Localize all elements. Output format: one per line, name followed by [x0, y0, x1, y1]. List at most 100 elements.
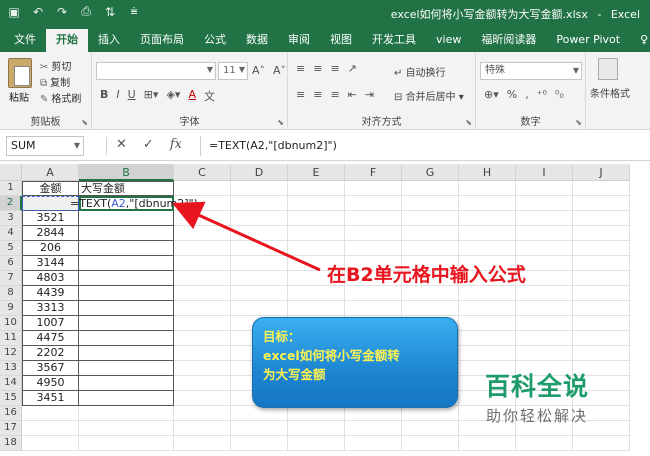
decrease-decimal-icon[interactable]: ⁰₀ [555, 88, 564, 101]
cell-i1[interactable] [516, 181, 573, 196]
cell-b1[interactable]: 大写金额 [79, 181, 174, 196]
cell-j3[interactable] [573, 211, 630, 226]
cell-b9[interactable] [79, 301, 174, 316]
align-top-icon[interactable]: ≡ [296, 62, 305, 75]
row-header-9[interactable]: 9 [0, 301, 22, 316]
cell-h4[interactable] [459, 226, 516, 241]
cell-a14[interactable]: 4950 [22, 376, 79, 391]
cell-a1[interactable]: 金额 [22, 181, 79, 196]
currency-icon[interactable]: ⊕▾ [484, 88, 499, 101]
tab-view-addin[interactable]: view [426, 29, 471, 52]
cell-a7[interactable]: 4803 [22, 271, 79, 286]
cell-h9[interactable] [459, 301, 516, 316]
italic-button[interactable]: I [116, 88, 119, 104]
cell-a12[interactable]: 2202 [22, 346, 79, 361]
cell-h18[interactable] [459, 436, 516, 451]
cell-a5[interactable]: 206 [22, 241, 79, 256]
column-header-c[interactable]: C [174, 164, 231, 181]
cell-d9[interactable] [231, 301, 288, 316]
row-header-15[interactable]: 15 [0, 391, 22, 406]
row-header-11[interactable]: 11 [0, 331, 22, 346]
cell-b6[interactable] [79, 256, 174, 271]
cell-j12[interactable] [573, 346, 630, 361]
row-header-13[interactable]: 13 [0, 361, 22, 376]
cell-e9[interactable] [288, 301, 345, 316]
cell-c12[interactable] [174, 346, 231, 361]
cell-a10[interactable]: 1007 [22, 316, 79, 331]
orientation-icon[interactable]: ↗ [348, 62, 357, 75]
cell-j10[interactable] [573, 316, 630, 331]
tab-review[interactable]: 审阅 [278, 29, 320, 52]
cell-b3[interactable] [79, 211, 174, 226]
wrap-text-button[interactable]: ↵ 自动换行 [394, 64, 446, 79]
format-painter-button[interactable]: ✎ 格式刷 [40, 90, 81, 105]
column-header-i[interactable]: I [516, 164, 573, 181]
underline-button[interactable]: U [128, 88, 136, 104]
cell-f5[interactable] [345, 241, 402, 256]
redo-icon[interactable]: ↷ [54, 5, 70, 19]
cell-i4[interactable] [516, 226, 573, 241]
increase-decimal-icon[interactable]: ⁺⁰ [537, 88, 547, 101]
tab-power-pivot[interactable]: Power Pivot [546, 29, 630, 52]
paste-icon[interactable] [8, 58, 32, 88]
cell-i11[interactable] [516, 331, 573, 346]
cell-j9[interactable] [573, 301, 630, 316]
font-size-box[interactable]: 11 ▼ [218, 62, 248, 80]
cell-a4[interactable]: 2844 [22, 226, 79, 241]
cell-f16[interactable] [345, 406, 402, 421]
cell-e1[interactable] [288, 181, 345, 196]
cell-e5[interactable] [288, 241, 345, 256]
cell-d8[interactable] [231, 286, 288, 301]
cell-g18[interactable] [402, 436, 459, 451]
cell-d3[interactable] [231, 211, 288, 226]
cell-c18[interactable] [174, 436, 231, 451]
cell-a3[interactable]: 3521 [22, 211, 79, 226]
column-header-d[interactable]: D [231, 164, 288, 181]
cell-g17[interactable] [402, 421, 459, 436]
save-icon[interactable]: ▣ [6, 5, 22, 19]
row-header-12[interactable]: 12 [0, 346, 22, 361]
row-header-8[interactable]: 8 [0, 286, 22, 301]
font-name-box[interactable]: ▼ [96, 62, 216, 80]
cell-b5[interactable] [79, 241, 174, 256]
row-header-4[interactable]: 4 [0, 226, 22, 241]
cell-a6[interactable]: 3144 [22, 256, 79, 271]
cell-e18[interactable] [288, 436, 345, 451]
align-right-icon[interactable]: ≡ [330, 88, 339, 101]
cell-h8[interactable] [459, 286, 516, 301]
cell-a8[interactable]: 4439 [22, 286, 79, 301]
fill-color-icon[interactable]: ◈▾ [166, 88, 180, 104]
alignment-launcher-icon[interactable]: ⬊ [465, 118, 472, 127]
tab-insert[interactable]: 插入 [88, 29, 130, 52]
cell-b13[interactable] [79, 361, 174, 376]
percent-button[interactable]: % [507, 88, 517, 101]
row-header-18[interactable]: 18 [0, 436, 22, 451]
cell-d18[interactable] [231, 436, 288, 451]
cell-d2[interactable] [231, 196, 288, 211]
cell-g3[interactable] [402, 211, 459, 226]
column-header-e[interactable]: E [288, 164, 345, 181]
cell-h12[interactable] [459, 346, 516, 361]
cell-e2[interactable] [288, 196, 345, 211]
cell-a9[interactable]: 3313 [22, 301, 79, 316]
cell-b14[interactable] [79, 376, 174, 391]
cell-b12[interactable] [79, 346, 174, 361]
align-middle-icon[interactable]: ≡ [313, 62, 322, 75]
cell-c5[interactable] [174, 241, 231, 256]
cell-i2[interactable] [516, 196, 573, 211]
cell-f18[interactable] [345, 436, 402, 451]
cell-c17[interactable] [174, 421, 231, 436]
cell-d4[interactable] [231, 226, 288, 241]
cell-h2[interactable] [459, 196, 516, 211]
tab-developer[interactable]: 开发工具 [362, 29, 426, 52]
cell-h11[interactable] [459, 331, 516, 346]
cell-g5[interactable] [402, 241, 459, 256]
copy-button[interactable]: ⧉ 复制 [40, 74, 70, 89]
cell-i8[interactable] [516, 286, 573, 301]
cell-c3[interactable] [174, 211, 231, 226]
cell-f8[interactable] [345, 286, 402, 301]
comma-button[interactable]: , [525, 88, 529, 101]
cell-c14[interactable] [174, 376, 231, 391]
column-header-a[interactable]: A [22, 164, 79, 181]
cell-b4[interactable] [79, 226, 174, 241]
